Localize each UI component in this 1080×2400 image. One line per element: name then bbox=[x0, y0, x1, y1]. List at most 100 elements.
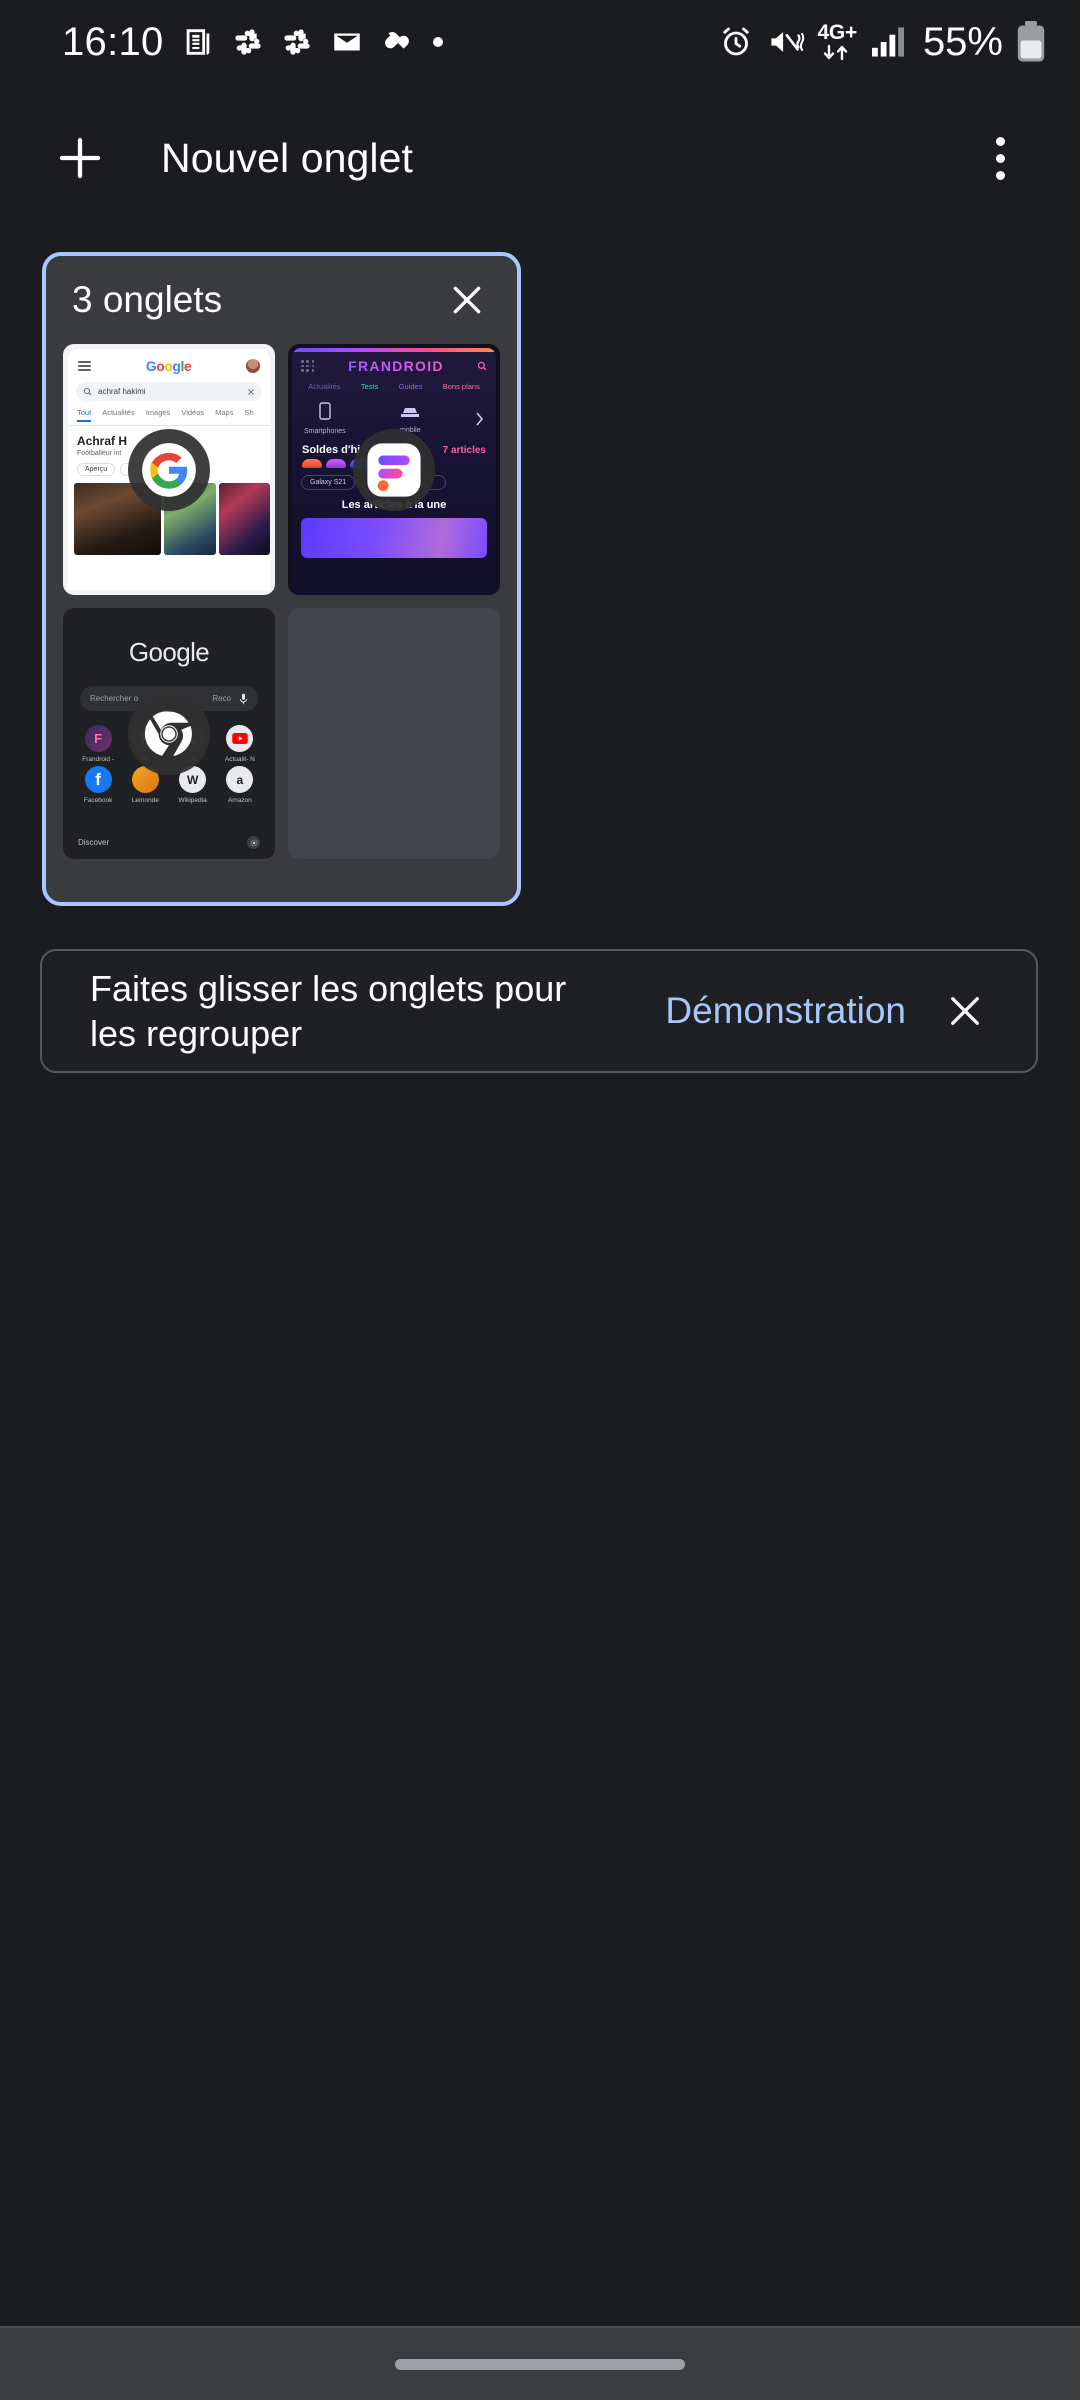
chrome-icon bbox=[144, 710, 192, 756]
clear-icon bbox=[248, 388, 254, 395]
ntp-shortcut-label: Amazon bbox=[227, 797, 252, 804]
tab-thumbnail-frandroid[interactable]: FRANDROID Actualités Tests Guides Bons p… bbox=[288, 344, 500, 595]
tab-thumbnail-grid: Google achraf hakimi Tout Actualités Ima… bbox=[46, 344, 517, 876]
page-title: Nouvel onglet bbox=[161, 134, 414, 181]
status-bar-left: 16:10 bbox=[62, 20, 446, 65]
system-navigation-bar bbox=[0, 2326, 1080, 2400]
serp-query: achraf hakimi bbox=[98, 387, 146, 396]
youtube-glyph-icon bbox=[232, 733, 248, 744]
ntp-footer: Discover bbox=[68, 836, 270, 849]
demonstration-button[interactable]: Démonstration bbox=[665, 990, 906, 1032]
frandroid-category-label: Smartphones bbox=[304, 428, 346, 435]
serp-tab: Actualités bbox=[102, 408, 135, 417]
serp-tab: Vidéos bbox=[181, 408, 205, 417]
ntp-shortcut-label: Frandroid - bbox=[82, 756, 115, 763]
close-icon bbox=[951, 997, 979, 1025]
chevron-right-icon bbox=[476, 411, 484, 426]
plus-icon bbox=[59, 137, 101, 179]
tab-favicon-badge bbox=[353, 428, 435, 511]
youtube-icon bbox=[226, 725, 254, 752]
google-logo: Google bbox=[145, 358, 192, 374]
dot-icon bbox=[432, 37, 443, 47]
mute-vibrate-icon bbox=[770, 32, 804, 52]
tab-thumbnail-chrome-new-tab[interactable]: Google Rechercher o Reco F Frandroid - H bbox=[63, 608, 275, 859]
serp-tab: Sh bbox=[244, 408, 254, 417]
hint-message: Faites glisser les onglets pour les regr… bbox=[90, 968, 567, 1054]
frandroid-chip: Galaxy S21 bbox=[301, 475, 356, 490]
smartphone-icon bbox=[319, 402, 331, 420]
serp-search-box: achraf hakimi bbox=[76, 382, 262, 401]
ntp-shortcut[interactable]: Actualit- N bbox=[218, 725, 262, 763]
frandroid-nav-item: Tests bbox=[360, 382, 379, 391]
tab-group-title: 3 onglets bbox=[72, 279, 223, 320]
car-icon bbox=[401, 408, 420, 417]
network-label: 4G+ bbox=[817, 20, 858, 44]
serp-header: Google bbox=[68, 349, 270, 378]
ntp-shortcut[interactable]: f Facebook bbox=[76, 766, 120, 804]
close-group-button[interactable] bbox=[439, 272, 495, 328]
tab-group-card[interactable]: 3 onglets Google achraf hakimi Tout Actu… bbox=[42, 252, 521, 906]
hamburger-icon bbox=[78, 361, 91, 371]
alarm-icon bbox=[722, 27, 749, 56]
slack-icon bbox=[234, 29, 261, 55]
serp-tab: Tout bbox=[77, 408, 92, 422]
amazon-icon: a bbox=[226, 766, 254, 793]
frandroid-icon: F bbox=[84, 725, 112, 752]
ntp-search-placeholder: Rechercher o bbox=[90, 694, 139, 703]
close-icon bbox=[453, 286, 481, 314]
new-tab-button[interactable] bbox=[38, 116, 122, 200]
tab-thumbnail-google-search[interactable]: Google achraf hakimi Tout Actualités Ima… bbox=[63, 344, 275, 595]
gmail-icon bbox=[333, 33, 360, 51]
gear-glyph-icon bbox=[250, 839, 257, 846]
frandroid-category: Smartphones bbox=[304, 402, 346, 435]
frandroid-promo-title: Soldes d'hi bbox=[302, 444, 361, 456]
serp-tab: Maps bbox=[215, 408, 234, 417]
overflow-menu-button[interactable] bbox=[958, 116, 1042, 200]
microphone-icon bbox=[240, 693, 247, 704]
gesture-handle[interactable] bbox=[395, 2358, 685, 2370]
overflow-menu-icon bbox=[995, 153, 1005, 163]
battery-percent: 55% bbox=[922, 19, 1003, 64]
status-bar: 16:10 4G+ 55% bbox=[0, 0, 1080, 84]
discover-label: Discover bbox=[78, 838, 110, 847]
blob bbox=[326, 459, 346, 468]
google-g-icon bbox=[142, 442, 196, 497]
ntp-shortcut-label: Facebook bbox=[83, 797, 113, 804]
frandroid-nav-item: Bons plans bbox=[442, 382, 480, 391]
frandroid-promo-count: 7 articles bbox=[442, 444, 486, 456]
gear-icon[interactable] bbox=[247, 836, 260, 849]
frandroid-hero-image bbox=[301, 518, 487, 558]
search-icon bbox=[477, 361, 487, 371]
slack-icon bbox=[283, 29, 310, 55]
search-icon bbox=[83, 387, 92, 396]
ntp-shortcut-label: Lemonde bbox=[131, 797, 159, 804]
tab-thumbnail-empty-slot bbox=[288, 608, 500, 859]
blob bbox=[302, 459, 322, 468]
grid-menu-icon bbox=[301, 360, 315, 372]
frandroid-brand: FRANDROID bbox=[321, 358, 471, 374]
tab-group-header: 3 onglets bbox=[46, 256, 517, 344]
status-bar-right: 4G+ 55% bbox=[718, 20, 1046, 65]
network-4g-plus-icon: 4G+ bbox=[818, 22, 857, 63]
tab-favicon-badge bbox=[128, 692, 210, 775]
status-clock: 16:10 bbox=[62, 19, 164, 64]
google-photos-icon bbox=[384, 31, 409, 49]
tab-favicon-badge bbox=[128, 428, 210, 511]
dismiss-hint-button[interactable] bbox=[924, 970, 1006, 1052]
avatar bbox=[246, 359, 260, 373]
ntp-shortcut-label: Actualit- N bbox=[224, 756, 255, 763]
news-icon bbox=[186, 29, 209, 55]
overflow-menu-icon bbox=[995, 136, 1005, 146]
signal-bars-icon bbox=[871, 27, 904, 57]
drag-tabs-hint-bar: Faites glisser les onglets pour les regr… bbox=[40, 949, 1038, 1073]
ntp-shortcut[interactable]: a Amazon bbox=[218, 766, 262, 804]
ntp-shortcut-label: Wikipedia bbox=[178, 797, 207, 804]
serp-image bbox=[218, 483, 270, 555]
ntp-shortcut[interactable]: F Frandroid - bbox=[76, 725, 120, 763]
frandroid-nav-item: Actualités bbox=[308, 382, 341, 391]
gradient-top-bar bbox=[292, 348, 496, 352]
google-logo: Google bbox=[128, 637, 210, 667]
frandroid-nav: Actualités Tests Guides Bons plans bbox=[292, 374, 496, 391]
top-toolbar: Nouvel onglet bbox=[0, 104, 1080, 212]
facebook-icon: f bbox=[84, 766, 112, 793]
